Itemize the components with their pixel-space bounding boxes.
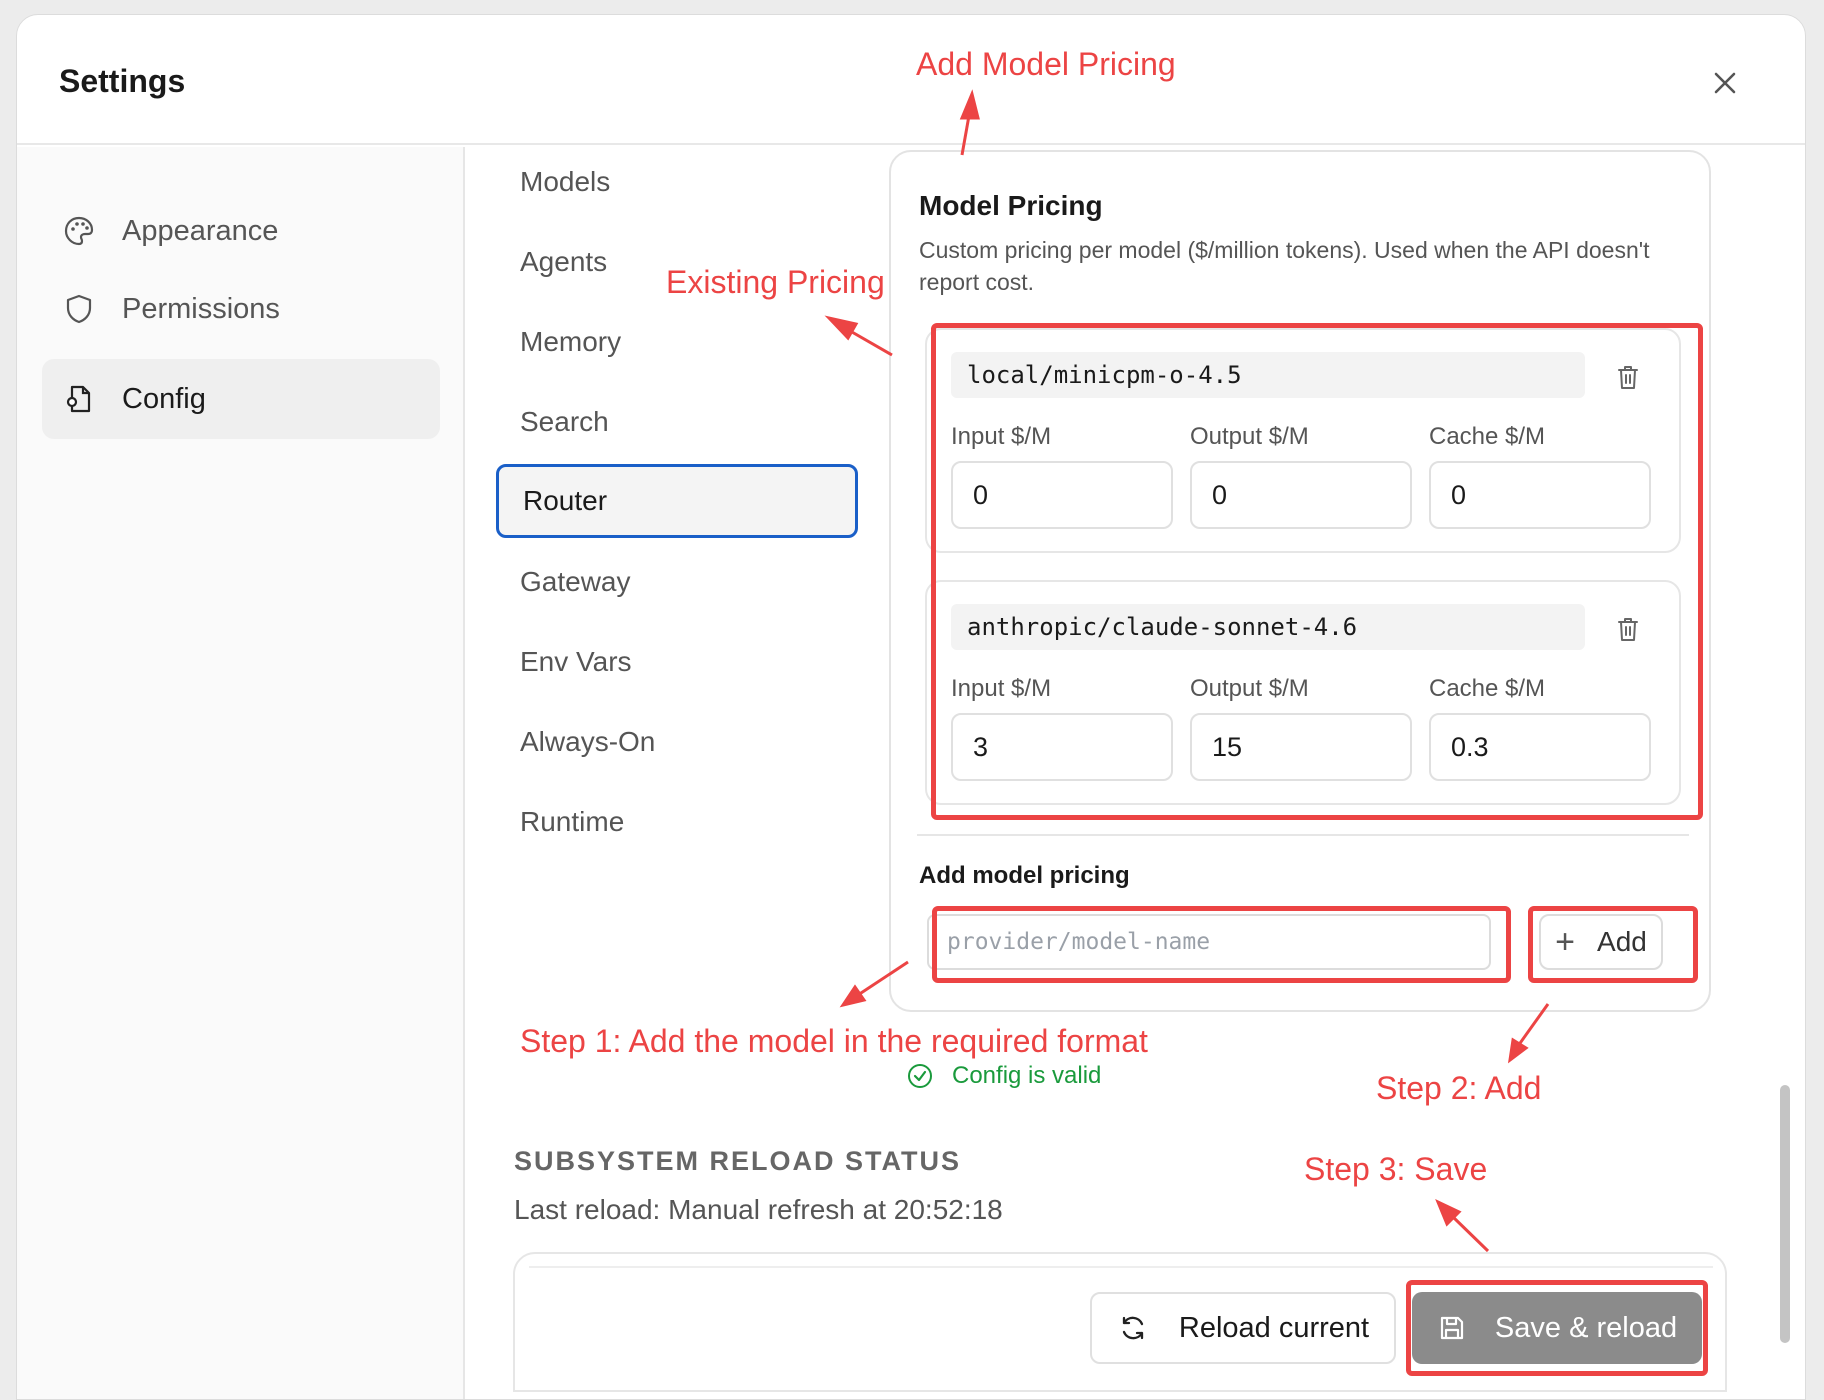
reload-current-button[interactable]: Reload current — [1090, 1292, 1396, 1364]
subnav-item-always-on[interactable]: Always-On — [496, 705, 858, 779]
model-input-highlight — [932, 906, 1511, 983]
config-valid-status: Config is valid — [906, 1062, 1101, 1090]
palette-icon — [62, 214, 96, 248]
dialog-header: Settings — [17, 15, 1805, 145]
add-model-pricing-title: Add model pricing — [919, 862, 1130, 889]
sidebar-item-config[interactable]: Config — [42, 359, 440, 439]
subnav-item-runtime[interactable]: Runtime — [496, 785, 858, 859]
sidebar-item-permissions[interactable]: Permissions — [42, 269, 440, 349]
annotation-step3: Step 3: Save — [1304, 1151, 1488, 1187]
existing-pricing-highlight — [931, 323, 1703, 820]
scrollbar-thumb[interactable] — [1780, 1085, 1790, 1343]
scrollbar-track — [1793, 147, 1805, 1399]
annotation-step2: Step 2: Add — [1376, 1070, 1542, 1106]
shield-icon — [62, 292, 96, 326]
close-button[interactable] — [1705, 63, 1745, 103]
annotation-existing-pricing: Existing Pricing — [666, 264, 885, 300]
annotation-step1: Step 1: Add the model in the required fo… — [520, 1023, 1148, 1059]
subnav-item-memory[interactable]: Memory — [496, 305, 858, 379]
check-circle-icon — [908, 1064, 932, 1088]
close-icon — [1714, 72, 1736, 94]
sidebar-item-label: Config — [122, 382, 206, 415]
footer-divider — [529, 1266, 1713, 1268]
subnav-item-env-vars[interactable]: Env Vars — [496, 625, 858, 699]
sidebar-item-appearance[interactable]: Appearance — [42, 191, 440, 271]
sidebar-item-label: Permissions — [122, 292, 280, 325]
settings-sidebar: Appearance Permissions Config — [17, 147, 465, 1399]
subnav-item-search[interactable]: Search — [496, 385, 858, 459]
divider — [917, 834, 1689, 836]
refresh-icon — [1122, 1316, 1144, 1340]
config-valid-text: Config is valid — [952, 1062, 1102, 1089]
sidebar-item-label: Appearance — [122, 214, 279, 247]
config-file-icon — [62, 382, 96, 416]
subnav-item-router[interactable]: Router — [496, 464, 858, 538]
subnav-item-models[interactable]: Models — [496, 145, 858, 219]
add-button-highlight — [1528, 906, 1698, 983]
save-button-highlight — [1406, 1280, 1708, 1376]
annotation-add-model-pricing: Add Model Pricing — [916, 46, 1176, 82]
model-pricing-title: Model Pricing — [919, 190, 1103, 221]
dialog-title: Settings — [59, 63, 186, 99]
reload-status-title: SUBSYSTEM RELOAD STATUS — [514, 1146, 962, 1176]
subnav-item-gateway[interactable]: Gateway — [496, 545, 858, 619]
reload-current-label: Reload current — [1178, 1311, 1370, 1344]
model-pricing-description: Custom pricing per model ($/million toke… — [919, 237, 1650, 295]
last-reload-text: Last reload: Manual refresh at 20:52:18 — [514, 1194, 1003, 1225]
